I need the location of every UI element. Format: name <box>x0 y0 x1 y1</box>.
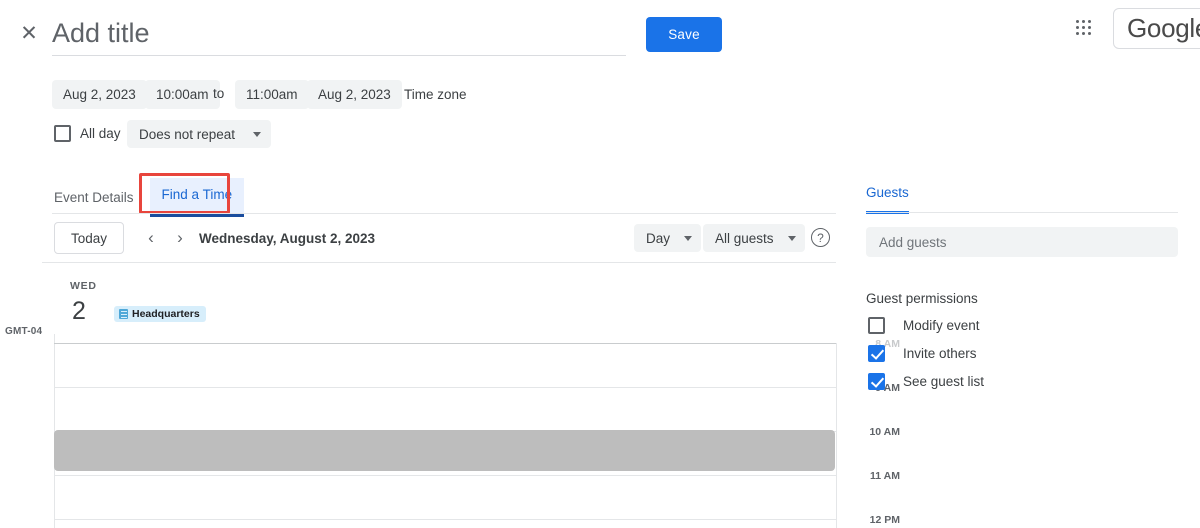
apps-grid-icon[interactable] <box>1073 17 1095 39</box>
invite-others-checkbox[interactable] <box>868 345 885 362</box>
hour-label-11am: 11 AM <box>870 470 900 482</box>
grid-top-divider <box>42 262 836 263</box>
chevron-down-icon <box>684 235 693 241</box>
tabs-divider <box>52 213 836 214</box>
guest-permissions-title: Guest permissions <box>866 291 978 306</box>
guest-filter-dropdown[interactable]: All guests <box>703 224 805 252</box>
see-guest-list-checkbox[interactable] <box>868 373 885 390</box>
recurrence-value: Does not repeat <box>139 126 236 142</box>
start-date-chip[interactable]: Aug 2, 2023 <box>52 80 147 109</box>
day-number-label: 2 <box>72 297 86 325</box>
busy-time-block[interactable] <box>54 430 835 471</box>
end-time-chip[interactable]: 11:00am <box>235 80 309 109</box>
hour-line-9am <box>54 387 836 388</box>
tab-event-details[interactable]: Event Details <box>52 181 136 217</box>
save-button[interactable]: Save <box>646 17 722 52</box>
permission-row-invite-others: Invite others <box>868 345 977 362</box>
chevron-right-icon[interactable]: › <box>168 226 192 250</box>
time-grid: 8 AM 9 AM 10 AM 11 AM 12 PM <box>0 330 900 528</box>
start-time-chip[interactable]: 10:00am <box>145 80 220 109</box>
permission-row-modify-event: Modify event <box>868 317 980 334</box>
add-guests-input[interactable] <box>866 227 1178 257</box>
hour-line-12pm <box>54 519 836 520</box>
event-title-input[interactable] <box>52 16 626 56</box>
hour-label-10am: 10 AM <box>869 426 900 438</box>
hour-label-12pm: 12 PM <box>869 514 900 526</box>
current-date-label: Wednesday, August 2, 2023 <box>199 231 376 246</box>
all-day-checkbox[interactable] <box>54 125 71 142</box>
see-guest-list-label: See guest list <box>903 374 985 389</box>
permission-row-see-guest-list: See guest list <box>868 373 984 390</box>
room-chip-headquarters[interactable]: Headquarters <box>114 306 206 322</box>
help-circle-icon[interactable]: ? <box>811 228 830 247</box>
time-zone-button[interactable]: Time zone <box>404 87 467 102</box>
day-of-week-label: WED <box>70 280 97 292</box>
view-mode-dropdown[interactable]: Day <box>634 224 702 252</box>
hour-line-8am <box>54 343 836 344</box>
google-label: Google <box>1127 13 1200 43</box>
room-chip-label: Headquarters <box>132 308 200 320</box>
tab-find-a-time[interactable]: Find a Time <box>149 178 245 217</box>
editor-tabs: Event Details Find a Time <box>52 178 245 217</box>
all-day-row: All day <box>54 125 121 142</box>
tab-guests[interactable]: Guests <box>866 185 909 214</box>
today-button[interactable]: Today <box>54 222 125 254</box>
building-icon <box>119 309 128 319</box>
chevron-down-icon <box>787 235 796 241</box>
all-day-label: All day <box>80 126 121 141</box>
hour-line-11am <box>54 475 836 476</box>
view-mode-value: Day <box>646 230 671 246</box>
modify-event-checkbox[interactable] <box>868 317 885 334</box>
google-account-box[interactable]: Google <box>1113 8 1200 49</box>
guest-filter-value: All guests <box>715 230 774 246</box>
close-icon[interactable]: ✕ <box>18 23 40 45</box>
event-editor-window: ✕ Save Google Aug 2, 2023 10:00am to 11:… <box>0 0 1200 528</box>
chevron-down-icon <box>253 131 262 137</box>
modify-event-label: Modify event <box>903 318 980 333</box>
guests-panel-divider <box>866 212 1178 213</box>
invite-others-label: Invite others <box>903 346 977 361</box>
to-label: to <box>213 86 225 101</box>
chevron-left-icon[interactable]: ‹ <box>139 226 163 250</box>
end-date-chip[interactable]: Aug 2, 2023 <box>307 80 402 109</box>
recurrence-dropdown[interactable]: Does not repeat <box>127 120 272 148</box>
